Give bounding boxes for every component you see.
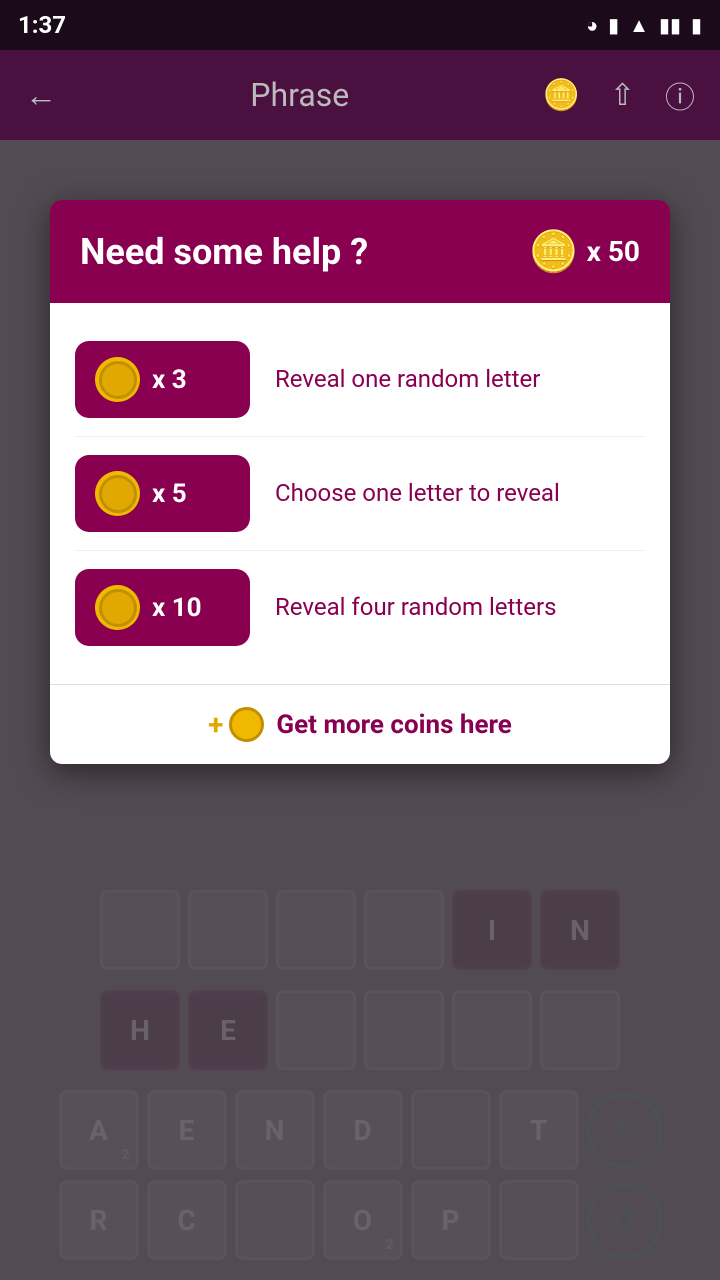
share-icon[interactable]: ⇧ (610, 78, 635, 113)
page-title: Phrase (250, 76, 349, 114)
coin-count: x 50 (587, 235, 640, 268)
coin-btn-label-3: x 10 (152, 593, 202, 623)
help-option-2[interactable]: x 5 Choose one letter to reveal (75, 437, 645, 551)
help-desc-2: Choose one letter to reveal (275, 477, 645, 511)
coin-btn-5[interactable]: x 5 (75, 455, 250, 532)
coin-display: 🪙 x 50 (529, 228, 640, 275)
back-icon[interactable]: ← (25, 76, 57, 114)
coin-btn-10[interactable]: x 10 (75, 569, 250, 646)
coin-btn-label-1: x 3 (152, 365, 187, 395)
footer-text: Get more coins here (276, 710, 511, 740)
signal-icon: ▮▮ (659, 13, 681, 37)
status-time: 1:37 (18, 11, 66, 39)
coin-circle-3 (99, 589, 137, 627)
coin-btn-label-2: x 5 (152, 479, 187, 509)
status-icons: ◕ ▮ ▲ ▮▮ ▮ (586, 13, 702, 38)
coin-icon-1 (95, 357, 140, 402)
battery-icon: ▮ (691, 13, 702, 37)
wifi-icon: ▲ (629, 13, 649, 38)
help-desc-1: Reveal one random letter (275, 363, 645, 397)
help-option-1[interactable]: x 3 Reveal one random letter (75, 323, 645, 437)
qr-icon: ◕ (586, 13, 598, 38)
sim-icon: ▮ (608, 13, 619, 37)
coin-icon-3 (95, 585, 140, 630)
help-modal: Need some help ? 🪙 x 50 x 3 Reveal one r… (50, 200, 670, 764)
plus-icon: + (208, 708, 223, 741)
modal-body: x 3 Reveal one random letter x 5 Choose … (50, 303, 670, 684)
coin-circle-1 (99, 361, 137, 399)
status-bar: 1:37 ◕ ▮ ▲ ▮▮ ▮ (0, 0, 720, 50)
small-coin-icon (229, 707, 264, 742)
top-bar: ← Phrase 🪙 ⇧ ⓘ (0, 50, 720, 140)
modal-overlay: Need some help ? 🪙 x 50 x 3 Reveal one r… (0, 140, 720, 1280)
plus-coin: + (208, 707, 264, 742)
help-desc-3: Reveal four random letters (275, 591, 645, 625)
coin-circle-2 (99, 475, 137, 513)
coins-icon[interactable]: 🪙 (542, 78, 579, 113)
top-bar-icons: 🪙 ⇧ ⓘ (542, 73, 695, 117)
modal-header: Need some help ? 🪙 x 50 (50, 200, 670, 303)
coin-btn-3[interactable]: x 3 (75, 341, 250, 418)
modal-footer[interactable]: + Get more coins here (50, 684, 670, 764)
coin-icon-2 (95, 471, 140, 516)
help-option-3[interactable]: x 10 Reveal four random letters (75, 551, 645, 664)
coin-stack-icon: 🪙 (529, 228, 579, 275)
modal-title: Need some help ? (80, 231, 368, 273)
help-icon[interactable]: ⓘ (665, 73, 695, 117)
